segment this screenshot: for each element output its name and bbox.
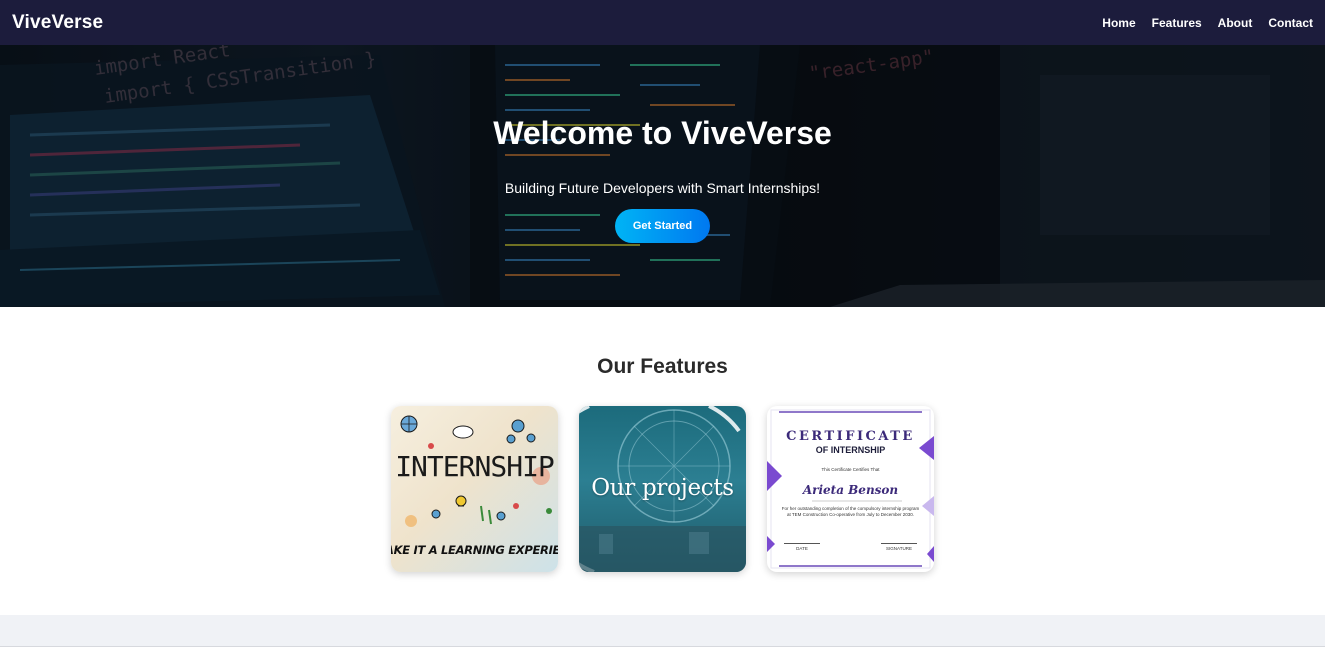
features-title: Our Features [597, 355, 728, 378]
nav-link-features[interactable]: Features [1152, 16, 1202, 30]
certificate-certifies-text: This Certificate Certifies That [821, 467, 880, 472]
nav-links: Home Features About Contact [1102, 16, 1313, 30]
features-section: Our Features INTERNSHIP AKE IT A LEARNIN… [0, 307, 1325, 615]
hero-subtitle: Building Future Developers with Smart In… [504, 180, 821, 196]
certificate-subtitle: OF INTERNSHIP [815, 445, 886, 455]
internship-tagline: AKE IT A LEARNING EXPERIENCE [391, 543, 558, 557]
certificate-date-label: DATE [784, 543, 820, 551]
hero-section: import React import { CSSTransition } "r… [0, 45, 1325, 307]
certificate-signature-label: SIGNATURE [881, 543, 917, 551]
certificate-recipient: Arieta Benson [802, 483, 899, 497]
nav-link-contact[interactable]: Contact [1268, 16, 1313, 30]
internship-word: INTERNSHIP [395, 450, 555, 483]
hero-content: Welcome to ViveVerse Building Future Dev… [0, 45, 1325, 307]
feature-card-projects[interactable]: Our projects [579, 406, 746, 572]
brand-logo[interactable]: ViveVerse [12, 12, 103, 34]
certificate-body: For her outstanding completion of the co… [781, 506, 920, 517]
feature-card-certificate[interactable]: CERTIFICATE OF INTERNSHIP This Certifica… [767, 406, 934, 572]
nav-link-about[interactable]: About [1218, 16, 1253, 30]
next-section-strip [0, 615, 1325, 647]
certificate-title: CERTIFICATE [786, 429, 915, 444]
feature-card-internship[interactable]: INTERNSHIP AKE IT A LEARNING EXPERIENCE [391, 406, 558, 572]
hero-title: Welcome to ViveVerse [493, 115, 832, 151]
nav-link-home[interactable]: Home [1102, 16, 1135, 30]
get-started-button[interactable]: Get Started [615, 209, 710, 243]
projects-label: Our projects [591, 475, 734, 501]
navbar: ViveVerse Home Features About Contact [0, 0, 1325, 45]
